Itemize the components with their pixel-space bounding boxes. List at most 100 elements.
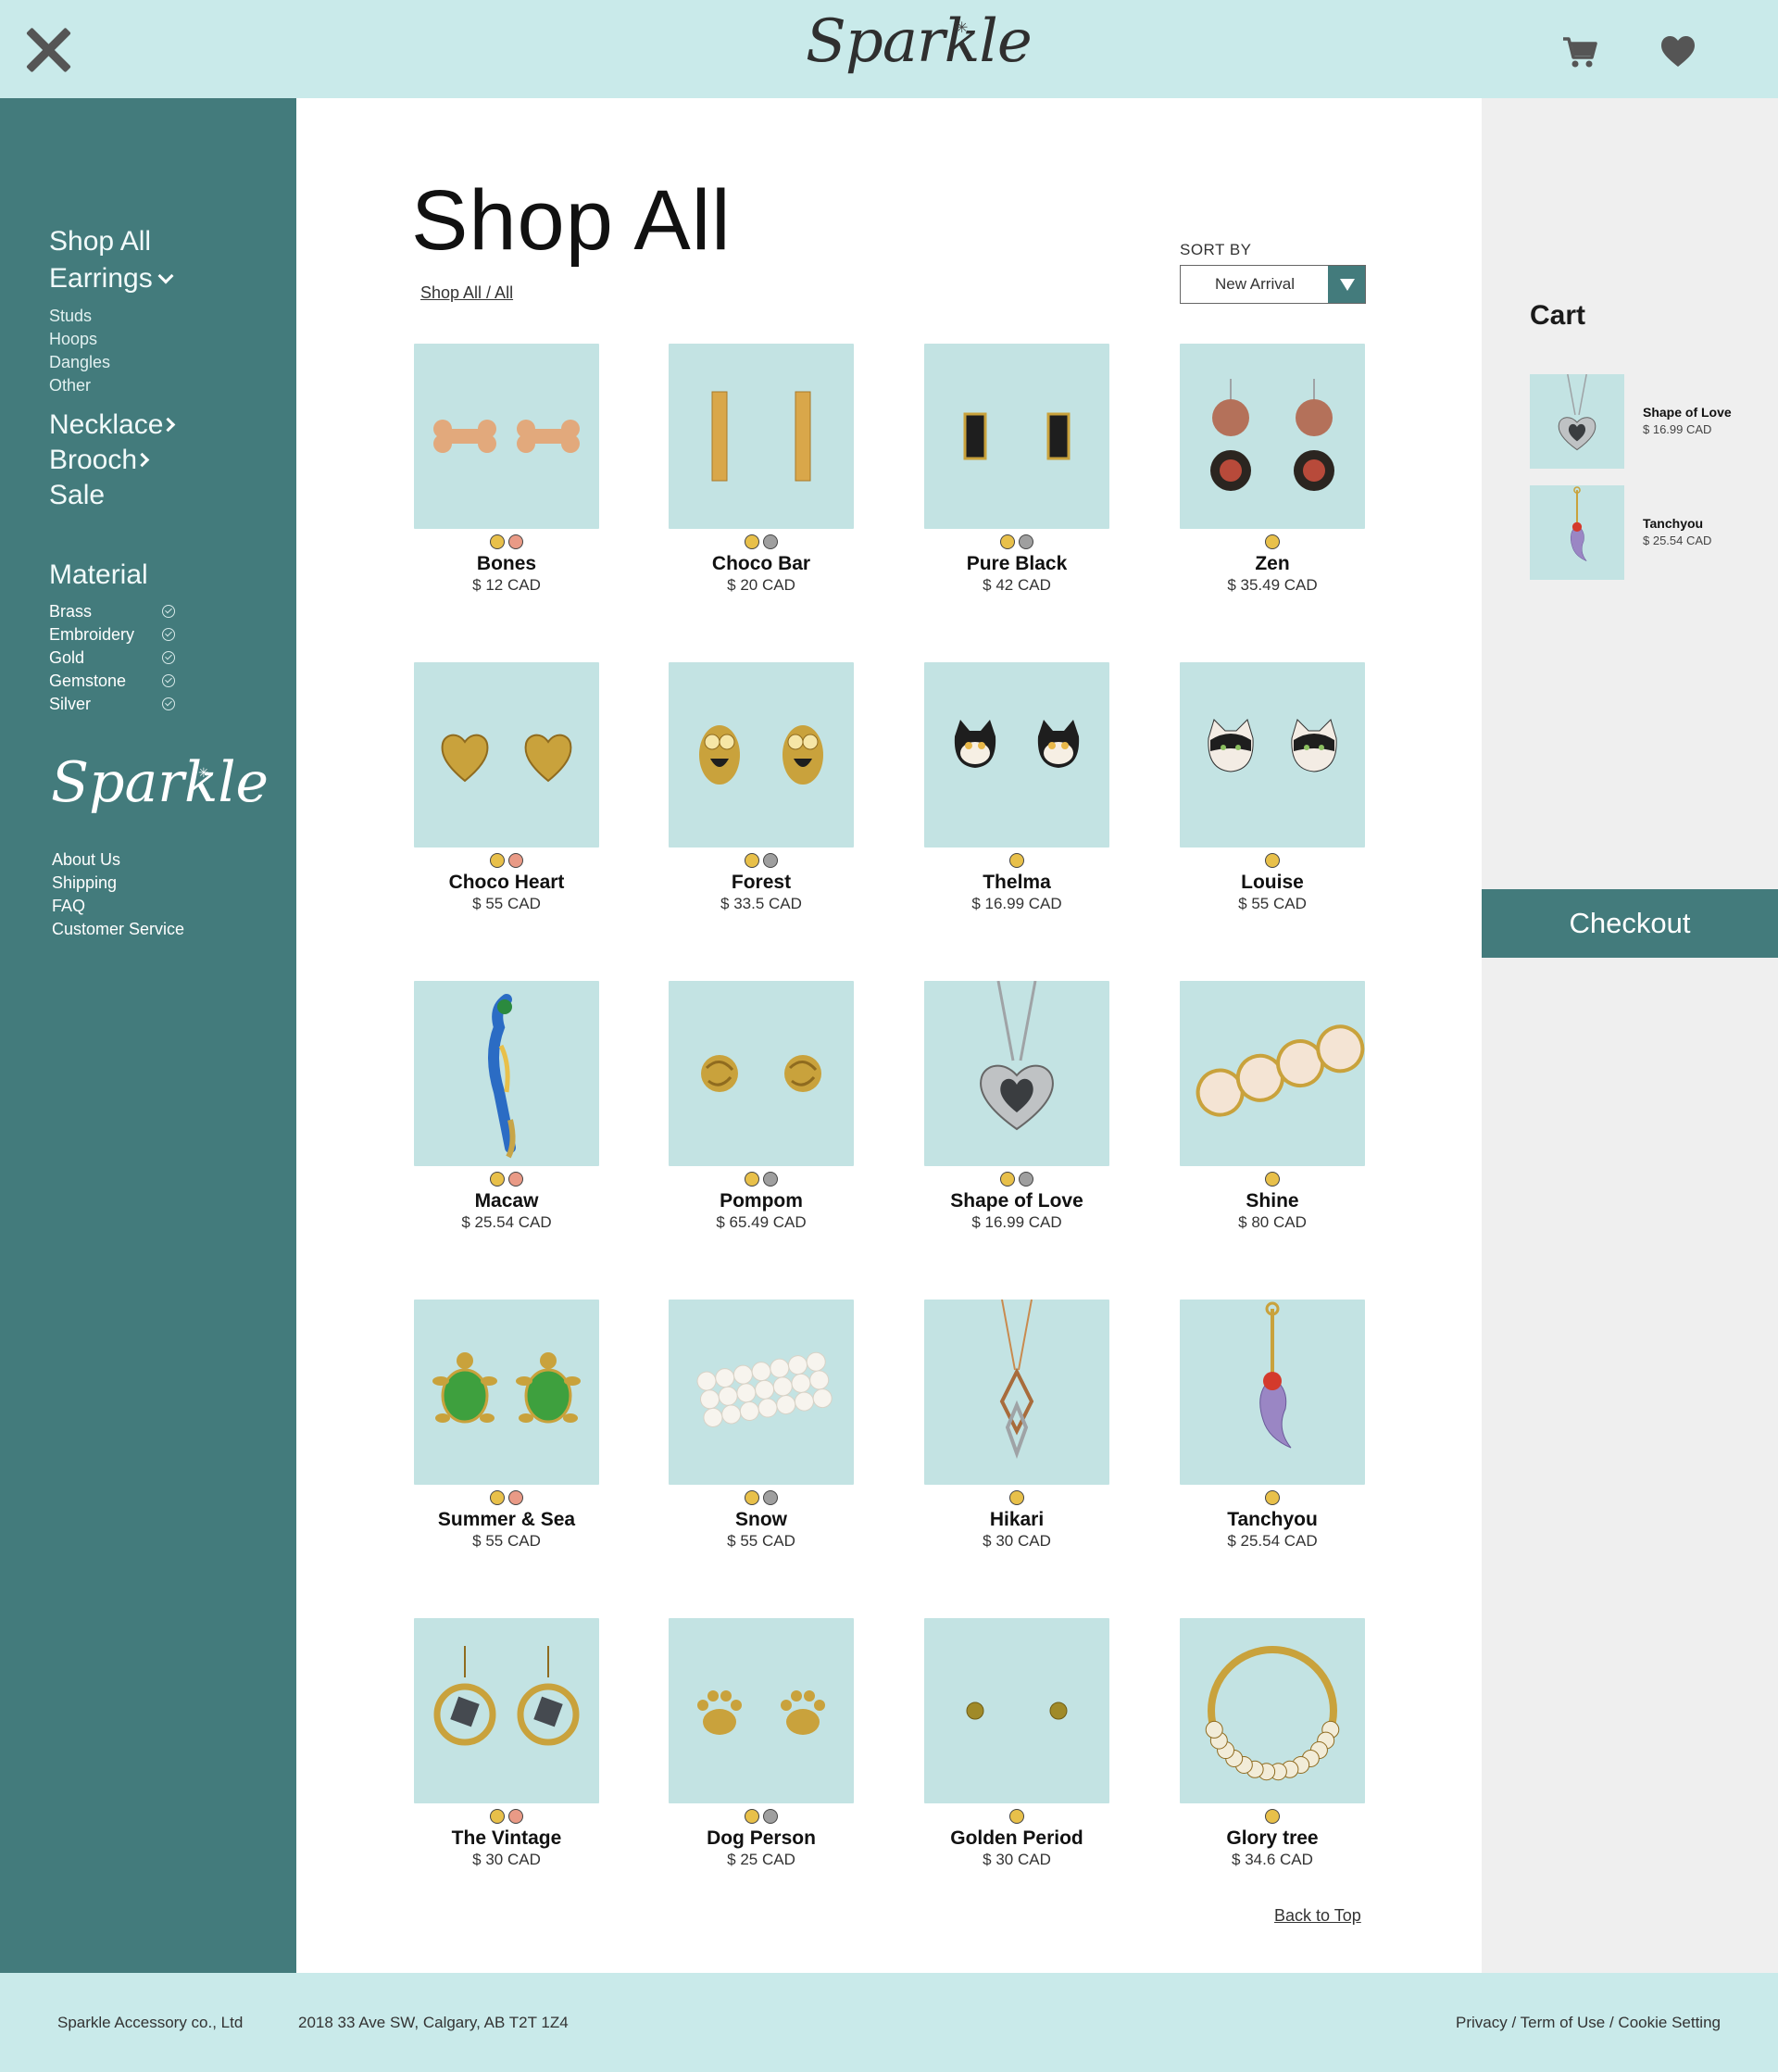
link-customer-service[interactable]: Customer Service	[52, 920, 184, 939]
nav-earrings[interactable]: Earrings	[49, 263, 174, 295]
pearl-hairclip-image[interactable]	[669, 1300, 854, 1485]
nav-necklace[interactable]: Necklace	[49, 409, 176, 441]
color-swatch[interactable]	[1000, 534, 1015, 549]
color-swatch[interactable]	[508, 1809, 523, 1824]
color-swatch[interactable]	[745, 1172, 759, 1187]
parrot-brooch-image[interactable]	[414, 981, 599, 1166]
sort-select[interactable]: New Arrival	[1180, 265, 1366, 304]
product-name[interactable]: Pure Black	[915, 553, 1119, 575]
color-swatch[interactable]	[1265, 1809, 1280, 1824]
turtle-earrings-image[interactable]	[414, 1300, 599, 1485]
product-name[interactable]: The Vintage	[405, 1827, 608, 1850]
close-icon[interactable]	[22, 24, 74, 76]
nav-sale[interactable]: Sale	[49, 480, 105, 511]
color-swatch[interactable]	[490, 853, 505, 868]
check-circle-icon[interactable]	[162, 628, 175, 641]
color-swatch[interactable]	[1265, 853, 1280, 868]
product-name[interactable]: Choco Bar	[659, 553, 863, 575]
flower-hoop-earring-image[interactable]	[1180, 1618, 1365, 1803]
nav-shop-all[interactable]: Shop All	[49, 226, 151, 257]
breadcrumb[interactable]: Shop All / All	[420, 283, 513, 303]
product-name[interactable]: Thelma	[915, 872, 1119, 894]
product-name[interactable]: Glory tree	[1171, 1827, 1374, 1850]
filter-gold[interactable]: Gold	[49, 648, 175, 668]
color-swatch[interactable]	[508, 534, 523, 549]
heart-icon[interactable]	[1660, 35, 1696, 69]
check-circle-icon[interactable]	[162, 674, 175, 687]
product-name[interactable]: Snow	[659, 1509, 863, 1531]
link-about-us[interactable]: About Us	[52, 850, 120, 870]
color-swatch[interactable]	[763, 1490, 778, 1505]
cart-icon[interactable]	[1561, 33, 1598, 70]
color-swatch[interactable]	[1009, 1490, 1024, 1505]
color-swatch[interactable]	[745, 1490, 759, 1505]
ball-stud-earrings-image[interactable]	[924, 1618, 1109, 1803]
bar-earrings-image[interactable]	[669, 344, 854, 529]
filter-gemstone[interactable]: Gemstone	[49, 672, 175, 691]
heart-earrings-image[interactable]	[414, 662, 599, 848]
product-name[interactable]: Tanchyou	[1171, 1509, 1374, 1531]
color-swatch[interactable]	[745, 853, 759, 868]
cat-face-earrings-image[interactable]	[1180, 662, 1365, 848]
color-swatch[interactable]	[763, 534, 778, 549]
back-to-top-link[interactable]: Back to Top	[1274, 1906, 1361, 1926]
nav-sub-other[interactable]: Other	[49, 376, 91, 396]
nav-sub-dangles[interactable]: Dangles	[49, 353, 110, 372]
product-name[interactable]: Zen	[1171, 553, 1374, 575]
check-circle-icon[interactable]	[162, 697, 175, 710]
paw-earrings-image[interactable]	[669, 1618, 854, 1803]
koi-brooch-image[interactable]	[1180, 1300, 1365, 1485]
cart-item[interactable]: Tanchyou $ 25.54 CAD	[1530, 485, 1752, 580]
heart-necklace-image[interactable]	[924, 981, 1109, 1166]
product-name[interactable]: Bones	[405, 553, 608, 575]
color-swatch[interactable]	[490, 1172, 505, 1187]
cart-item[interactable]: Shape of Love $ 16.99 CAD	[1530, 374, 1752, 469]
color-swatch[interactable]	[1019, 534, 1033, 549]
crystal-hairclip-image[interactable]	[1180, 981, 1365, 1166]
color-swatch[interactable]	[508, 1172, 523, 1187]
product-name[interactable]: Dog Person	[659, 1827, 863, 1850]
link-shipping[interactable]: Shipping	[52, 873, 117, 893]
brand-logo[interactable]: Sparkle	[806, 7, 1033, 76]
nav-sub-hoops[interactable]: Hoops	[49, 330, 97, 349]
disc-dangle-earrings-image[interactable]	[1180, 344, 1365, 529]
color-swatch[interactable]	[490, 534, 505, 549]
product-name[interactable]: Forest	[659, 872, 863, 894]
color-swatch[interactable]	[763, 1809, 778, 1824]
color-swatch[interactable]	[1265, 534, 1280, 549]
color-swatch[interactable]	[1000, 1172, 1015, 1187]
product-name[interactable]: Hikari	[915, 1509, 1119, 1531]
knot-earrings-image[interactable]	[669, 981, 854, 1166]
color-swatch[interactable]	[1265, 1490, 1280, 1505]
filter-silver[interactable]: Silver	[49, 695, 175, 714]
color-swatch[interactable]	[763, 1172, 778, 1187]
product-name[interactable]: Summer & Sea	[405, 1509, 608, 1531]
filter-embroidery[interactable]: Embroidery	[49, 625, 175, 645]
nav-sub-studs[interactable]: Studs	[49, 307, 92, 326]
black-rectangle-earrings-image[interactable]	[924, 344, 1109, 529]
color-swatch[interactable]	[763, 853, 778, 868]
color-swatch[interactable]	[490, 1490, 505, 1505]
product-name[interactable]: Golden Period	[915, 1827, 1119, 1850]
color-swatch[interactable]	[1265, 1172, 1280, 1187]
nav-brooch[interactable]: Brooch	[49, 445, 150, 476]
color-swatch[interactable]	[1009, 1809, 1024, 1824]
product-name[interactable]: Macaw	[405, 1190, 608, 1212]
product-name[interactable]: Pompom	[659, 1190, 863, 1212]
footer-legal-links[interactable]: Privacy / Term of Use / Cookie Setting	[1456, 2014, 1721, 2032]
product-name[interactable]: Louise	[1171, 872, 1374, 894]
checkout-button[interactable]: Checkout	[1482, 889, 1778, 958]
check-circle-icon[interactable]	[162, 651, 175, 664]
owl-earrings-image[interactable]	[669, 662, 854, 848]
color-swatch[interactable]	[1009, 853, 1024, 868]
geometric-necklace-image[interactable]	[924, 1300, 1109, 1485]
filter-brass[interactable]: Brass	[49, 602, 175, 622]
color-swatch[interactable]	[508, 853, 523, 868]
bone-earrings-image[interactable]	[414, 344, 599, 529]
color-swatch[interactable]	[745, 1809, 759, 1824]
product-name[interactable]: Shine	[1171, 1190, 1374, 1212]
product-name[interactable]: Choco Heart	[405, 872, 608, 894]
color-swatch[interactable]	[1019, 1172, 1033, 1187]
check-circle-icon[interactable]	[162, 605, 175, 618]
color-swatch[interactable]	[745, 534, 759, 549]
